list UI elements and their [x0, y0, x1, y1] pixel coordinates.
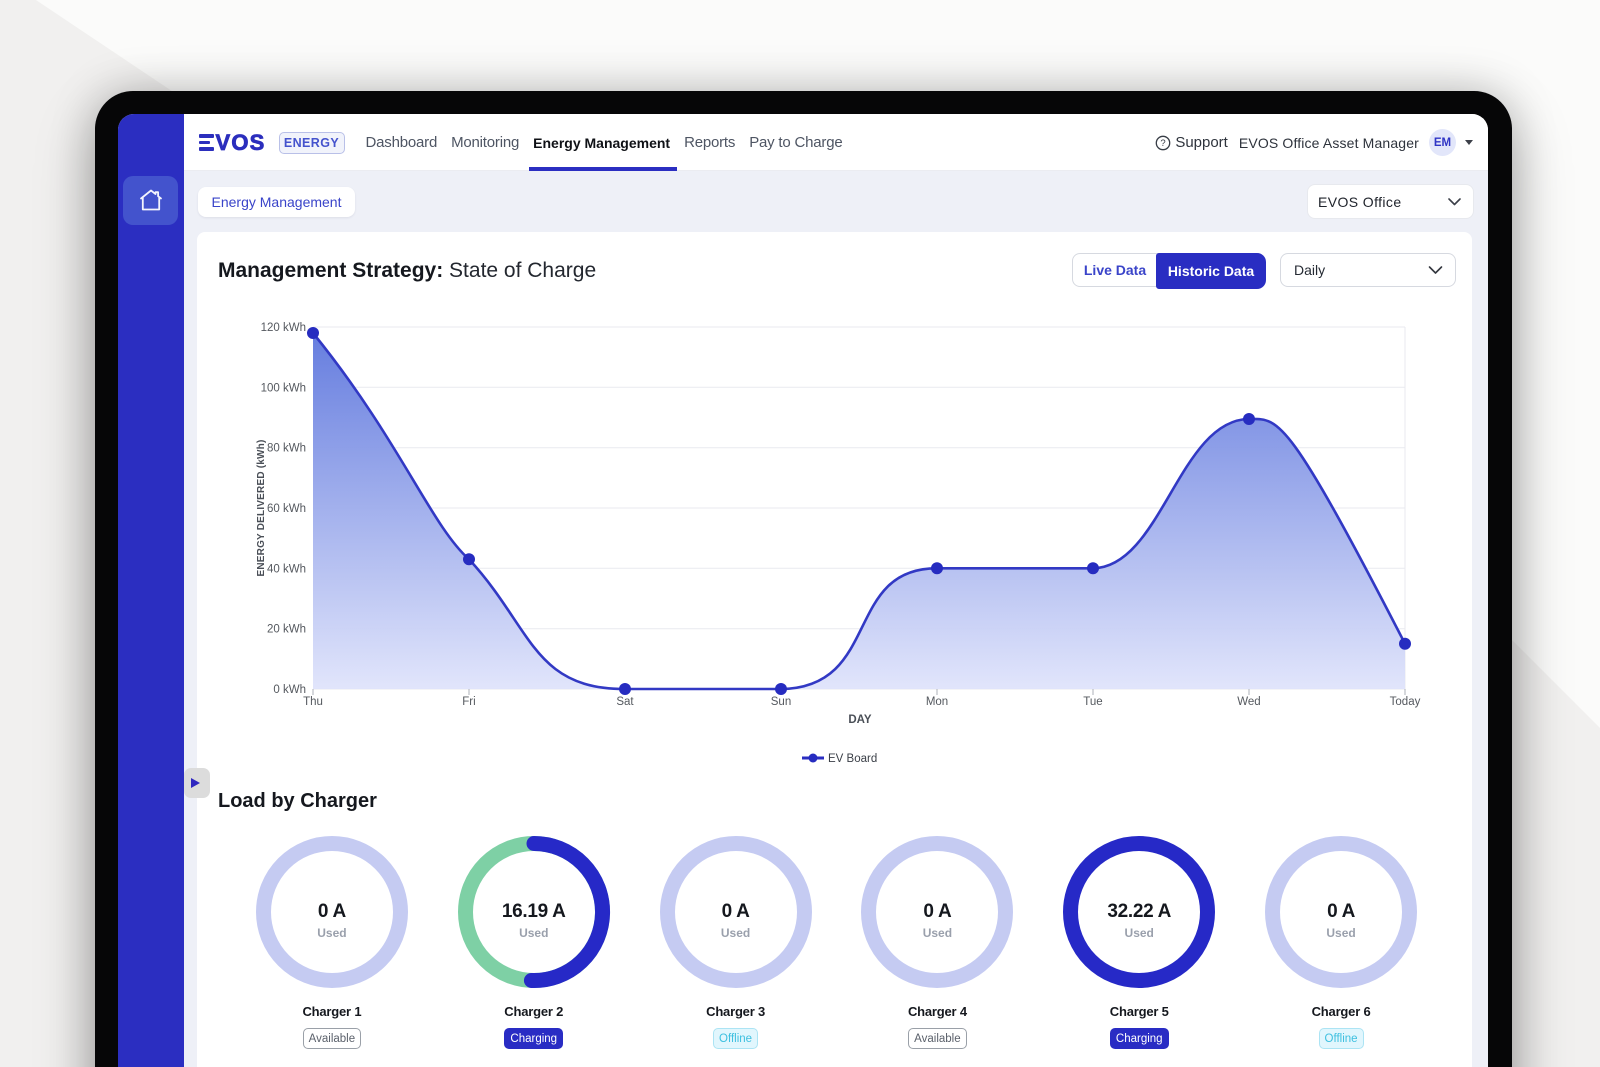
svg-text:80 kWh: 80 kWh — [267, 443, 306, 455]
svg-text:Fri: Fri — [462, 696, 475, 708]
svg-text:Mon: Mon — [926, 696, 948, 708]
svg-text:120 kWh: 120 kWh — [261, 322, 306, 334]
svg-text:EV Board: EV Board — [828, 753, 877, 765]
svg-text:Sun: Sun — [771, 696, 791, 708]
svg-text:0 kWh: 0 kWh — [273, 684, 306, 696]
svg-text:40 kWh: 40 kWh — [267, 563, 306, 575]
svg-text:Sat: Sat — [616, 696, 634, 708]
svg-text:60 kWh: 60 kWh — [267, 503, 306, 515]
svg-text:100 kWh: 100 kWh — [261, 382, 306, 394]
svg-text:ENERGY DELIVERED (kWh): ENERGY DELIVERED (kWh) — [256, 439, 267, 576]
svg-text:?: ? — [1161, 138, 1166, 149]
svg-text:Thu: Thu — [303, 696, 323, 708]
svg-text:20 kWh: 20 kWh — [267, 624, 306, 636]
svg-text:DAY: DAY — [848, 714, 872, 726]
svg-text:Tue: Tue — [1083, 696, 1102, 708]
svg-text:Today: Today — [1390, 696, 1421, 708]
svg-text:Wed: Wed — [1237, 696, 1260, 708]
